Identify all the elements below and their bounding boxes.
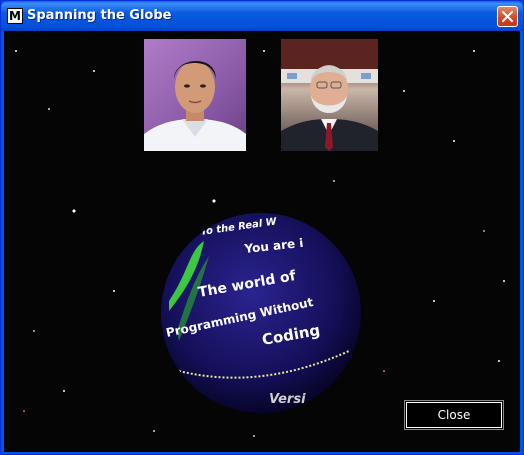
young-man-portrait-icon — [144, 60, 246, 151]
app-window: M Spanning the Globe To the Real W You a… — [0, 0, 524, 455]
photo-older-man — [281, 39, 378, 151]
x-glyph-icon — [502, 11, 513, 22]
photo-young-man — [144, 39, 246, 151]
app-icon-letter: M — [9, 9, 21, 23]
close-x-icon[interactable] — [497, 6, 518, 27]
window-title: Spanning the Globe — [27, 8, 172, 23]
older-man-portrait-icon — [281, 39, 378, 151]
app-icon[interactable]: M — [7, 8, 23, 24]
globe-line-6: Versi — [269, 392, 306, 407]
close-button[interactable]: Close — [404, 400, 504, 430]
globe-graphic: To the Real W You are i The world of Pro… — [161, 213, 361, 413]
spinning-globe: To the Real W You are i The world of Pro… — [159, 211, 364, 416]
title-bar[interactable]: M Spanning the Globe — [1, 1, 523, 31]
starfield-background: To the Real W You are i The world of Pro… — [4, 31, 520, 452]
